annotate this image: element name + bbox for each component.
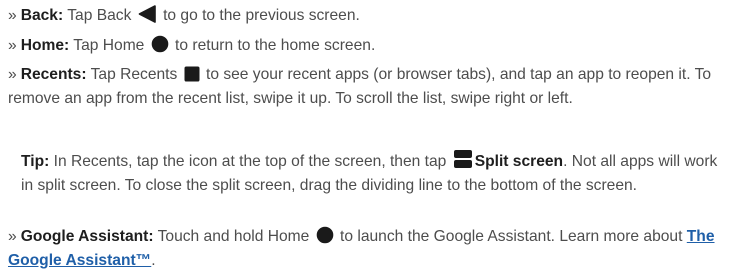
recents-item: » Recents: Tap Recents to see your recent… [8, 63, 731, 110]
recents-text-before: Tap Recents [90, 66, 178, 83]
recents-term: Recents: [20, 66, 87, 83]
back-item: » Back: Tap Back to go to the previous sc… [8, 4, 731, 28]
bullet-marker: » [8, 228, 17, 245]
back-text-after: to go to the previous screen. [163, 7, 360, 24]
home-text-after: to return to the home screen. [175, 37, 376, 54]
help-document: » Back: Tap Back to go to the previous sc… [0, 0, 737, 272]
assistant-term: Google Assistant: [20, 228, 154, 245]
assistant-circle-icon [316, 226, 334, 244]
bullet-marker: » [8, 66, 17, 83]
tip-term: Tip: [21, 153, 50, 170]
back-term: Back: [20, 7, 64, 24]
home-text-before: Tap Home [73, 37, 145, 54]
bullet-marker: » [8, 37, 17, 54]
back-triangle-icon [138, 5, 157, 23]
split-screen-label: Split screen [474, 153, 564, 170]
tip-text-before: In Recents, tap the icon at the top of t… [53, 153, 447, 170]
tip-paragraph: Tip: In Recents, tap the icon at the top… [21, 149, 731, 197]
back-text-before: Tap Back [67, 7, 132, 24]
home-term: Home: [20, 37, 70, 54]
recents-square-icon [184, 66, 200, 82]
home-item: » Home: Tap Home to return to the home sc… [8, 34, 731, 58]
assistant-text-before: Touch and hold Home [157, 228, 310, 245]
assistant-end-punct: . [151, 251, 156, 269]
split-screen-icon [453, 149, 473, 169]
assistant-text-after: to launch the Google Assistant. Learn mo… [340, 228, 683, 245]
bullet-marker: » [8, 7, 17, 24]
assistant-item: » Google Assistant: Touch and hold Home t… [8, 225, 731, 272]
home-circle-icon [151, 35, 169, 53]
